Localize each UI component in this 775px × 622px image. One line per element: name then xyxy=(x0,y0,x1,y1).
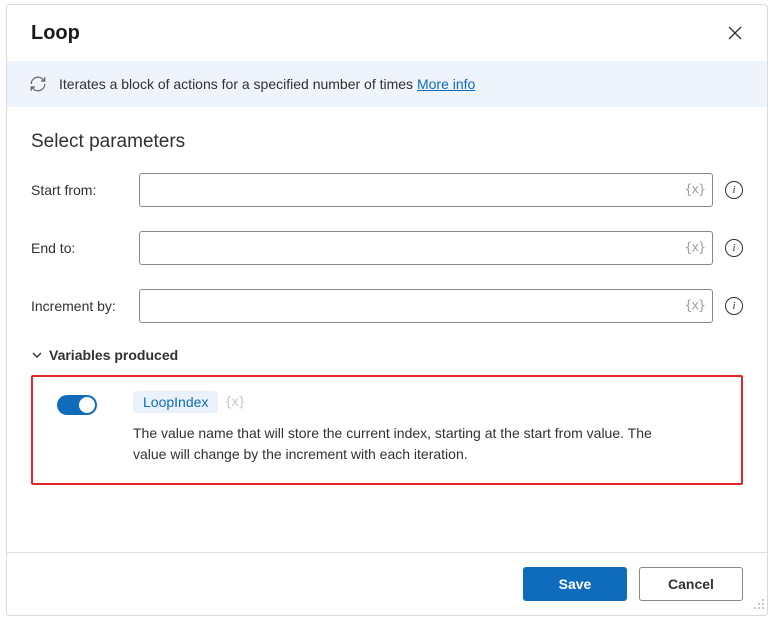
close-button[interactable] xyxy=(723,21,747,45)
label-end-to: End to: xyxy=(31,240,139,256)
variable-body: LoopIndex {x} The value name that will s… xyxy=(133,391,723,465)
section-heading: Select parameters xyxy=(31,131,743,153)
variable-picker-icon[interactable]: {x} xyxy=(685,241,705,256)
dialog-header: Loop xyxy=(7,5,767,61)
row-end-to: End to: {x} i xyxy=(31,231,743,265)
close-icon xyxy=(728,26,742,40)
info-banner: Iterates a block of actions for a specif… xyxy=(7,61,767,107)
info-icon[interactable]: i xyxy=(725,181,743,199)
variable-name-row: LoopIndex {x} xyxy=(133,391,723,413)
info-icon[interactable]: i xyxy=(725,297,743,315)
save-button[interactable]: Save xyxy=(523,567,627,601)
info-icon[interactable]: i xyxy=(725,239,743,257)
variables-produced-label: Variables produced xyxy=(49,347,178,363)
toggle-knob xyxy=(79,397,95,413)
chevron-down-icon xyxy=(31,349,43,361)
label-increment: Increment by: xyxy=(31,298,139,314)
banner-text: Iterates a block of actions for a specif… xyxy=(59,76,475,92)
variables-produced-toggle[interactable]: Variables produced xyxy=(31,347,743,363)
row-start-from: Start from: {x} i xyxy=(31,173,743,207)
input-wrap-increment: {x} xyxy=(139,289,713,323)
increment-input[interactable] xyxy=(139,289,713,323)
variable-description: The value name that will store the curre… xyxy=(133,423,673,465)
variable-name-chip[interactable]: LoopIndex xyxy=(133,391,218,413)
start-from-input[interactable] xyxy=(139,173,713,207)
row-increment: Increment by: {x} i xyxy=(31,289,743,323)
variable-picker-icon[interactable]: {x} xyxy=(685,183,705,198)
input-wrap-end-to: {x} xyxy=(139,231,713,265)
variable-picker-icon[interactable]: {x} xyxy=(685,299,705,314)
end-to-input[interactable] xyxy=(139,231,713,265)
variables-highlight-box: LoopIndex {x} The value name that will s… xyxy=(31,375,743,485)
variable-output-toggle[interactable] xyxy=(57,395,97,415)
dialog-footer: Save Cancel xyxy=(7,552,767,615)
loop-dialog: Loop Iterates a block of actions for a s… xyxy=(6,4,768,616)
dialog-content: Select parameters Start from: {x} i End … xyxy=(7,107,767,552)
input-wrap-start-from: {x} xyxy=(139,173,713,207)
resize-grip-icon[interactable] xyxy=(753,597,765,613)
loop-icon xyxy=(29,75,47,93)
dialog-title: Loop xyxy=(31,22,80,45)
cancel-button[interactable]: Cancel xyxy=(639,567,743,601)
variable-icon: {x} xyxy=(224,395,244,410)
more-info-link[interactable]: More info xyxy=(417,76,475,92)
label-start-from: Start from: xyxy=(31,182,139,198)
